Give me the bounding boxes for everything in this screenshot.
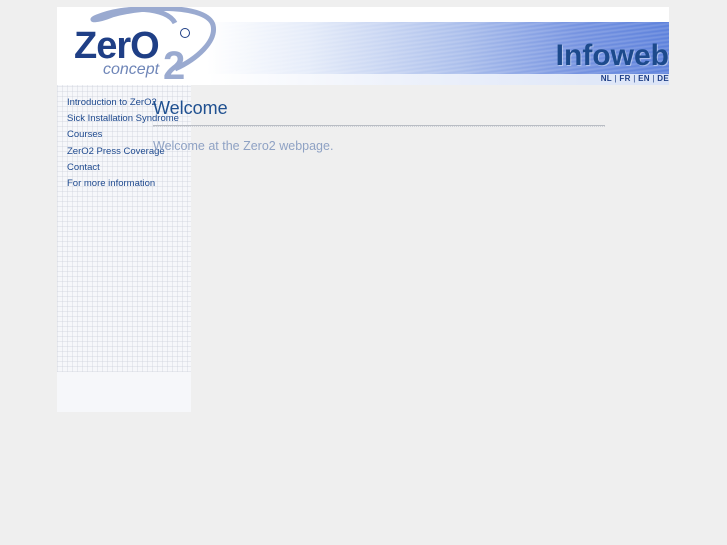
language-switcher: NL | FR | EN | DE [600,74,669,83]
lang-en-link[interactable]: EN [638,74,650,83]
sidebar-footer [57,372,191,412]
page-title: Welcome [153,98,228,118]
banner-title: Infoweb [555,39,669,72]
sidebar-item-more-information[interactable]: For more information [67,176,179,192]
welcome-text: Welcome at the Zero2 webpage. [153,139,334,153]
lang-nl-link[interactable]: NL [601,74,612,83]
page-frame: 2 ZerO concept Infoweb NL | FR | EN | DE… [57,7,669,412]
svg-text:2: 2 [163,44,185,85]
zero2-logo[interactable]: 2 ZerO concept [57,7,227,85]
title-divider [153,125,605,127]
banner-strip [207,74,669,85]
lang-de-link[interactable]: DE [657,74,669,83]
sidebar-item-contact[interactable]: Contact [67,160,179,176]
lang-fr-link[interactable]: FR [619,74,630,83]
logo-tagline: concept [103,61,160,78]
header-banner: 2 ZerO concept Infoweb NL | FR | EN | DE [57,7,669,85]
main-content: Welcome Welcome at the Zero2 webpage. [153,98,605,153]
